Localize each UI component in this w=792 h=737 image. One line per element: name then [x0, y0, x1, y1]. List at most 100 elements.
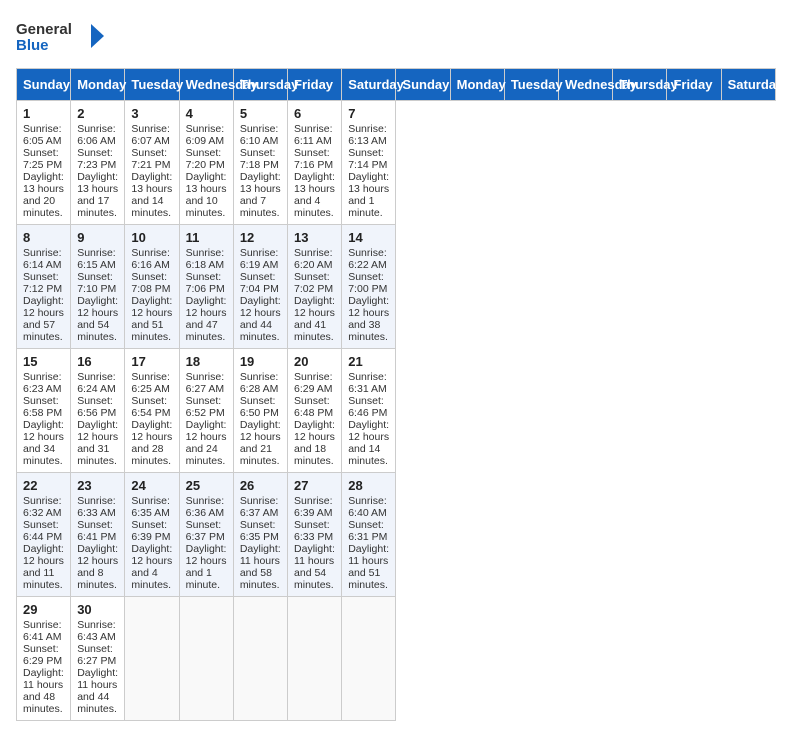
- sunset-text: Sunset: 6:52 PM: [186, 395, 225, 419]
- sunrise-text: Sunrise: 6:43 AM: [77, 619, 116, 643]
- calendar-cell: 17 Sunrise: 6:25 AMSunset: 6:54 PMDayligh…: [125, 349, 179, 473]
- calendar-cell: 9 Sunrise: 6:15 AMSunset: 7:10 PMDaylight…: [71, 225, 125, 349]
- daylight-text: Daylight: 12 hours and 47 minutes.: [186, 295, 227, 343]
- sunset-text: Sunset: 7:20 PM: [186, 147, 225, 171]
- day-number: 4: [186, 106, 227, 121]
- sunset-text: Sunset: 6:46 PM: [348, 395, 387, 419]
- sunset-text: Sunset: 6:44 PM: [23, 519, 62, 543]
- col-header-thursday: Thursday: [613, 69, 667, 101]
- col-header-sunday: Sunday: [17, 69, 71, 101]
- daylight-text: Daylight: 11 hours and 48 minutes.: [23, 667, 64, 715]
- sunrise-text: Sunrise: 6:33 AM: [77, 495, 116, 519]
- calendar-cell: 7 Sunrise: 6:13 AMSunset: 7:14 PMDaylight…: [342, 101, 396, 225]
- col-header-monday: Monday: [450, 69, 504, 101]
- col-header-saturday: Saturday: [342, 69, 396, 101]
- calendar-cell: 26Sunrise: 6:37 AMSunset: 6:35 PMDayligh…: [233, 473, 287, 597]
- sunset-text: Sunset: 7:12 PM: [23, 271, 62, 295]
- day-number: 13: [294, 230, 335, 245]
- day-number: 19: [240, 354, 281, 369]
- sunset-text: Sunset: 7:00 PM: [348, 271, 387, 295]
- calendar-cell: 6Sunrise: 6:11 AMSunset: 7:16 PMDaylight…: [288, 101, 342, 225]
- daylight-text: Daylight: 12 hours and 14 minutes.: [348, 419, 389, 467]
- daylight-text: Daylight: 12 hours and 28 minutes.: [131, 419, 172, 467]
- sunset-text: Sunset: 7:14 PM: [348, 147, 387, 171]
- daylight-text: Daylight: 12 hours and 4 minutes.: [131, 543, 172, 591]
- sunrise-text: Sunrise: 6:14 AM: [23, 247, 62, 271]
- daylight-text: Daylight: 12 hours and 11 minutes.: [23, 543, 64, 591]
- day-number: 17: [131, 354, 172, 369]
- sunset-text: Sunset: 7:10 PM: [77, 271, 116, 295]
- sunset-text: Sunset: 6:58 PM: [23, 395, 62, 419]
- calendar-cell: [233, 597, 287, 721]
- calendar-cell: 21Sunrise: 6:31 AMSunset: 6:46 PMDayligh…: [342, 349, 396, 473]
- daylight-text: Daylight: 13 hours and 14 minutes.: [131, 171, 172, 219]
- calendar-cell: [125, 597, 179, 721]
- sunset-text: Sunset: 6:54 PM: [131, 395, 170, 419]
- calendar-cell: 10Sunrise: 6:16 AMSunset: 7:08 PMDayligh…: [125, 225, 179, 349]
- day-number: 6: [294, 106, 335, 121]
- day-number: 8: [23, 230, 64, 245]
- sunrise-text: Sunrise: 6:16 AM: [131, 247, 170, 271]
- calendar-cell: 12Sunrise: 6:19 AMSunset: 7:04 PMDayligh…: [233, 225, 287, 349]
- day-number: 7: [348, 106, 389, 121]
- sunset-text: Sunset: 6:37 PM: [186, 519, 225, 543]
- daylight-text: Daylight: 13 hours and 1 minute.: [348, 171, 389, 219]
- calendar-cell: 22Sunrise: 6:32 AMSunset: 6:44 PMDayligh…: [17, 473, 71, 597]
- daylight-text: Daylight: 13 hours and 7 minutes.: [240, 171, 281, 219]
- calendar-cell: 20Sunrise: 6:29 AMSunset: 6:48 PMDayligh…: [288, 349, 342, 473]
- calendar-header-row: SundayMondayTuesdayWednesdayThursdayFrid…: [17, 69, 776, 101]
- col-header-saturday: Saturday: [721, 69, 775, 101]
- calendar-week-row: 29Sunrise: 6:41 AMSunset: 6:29 PMDayligh…: [17, 597, 776, 721]
- sunrise-text: Sunrise: 6:09 AM: [186, 123, 225, 147]
- svg-text:General: General: [16, 21, 72, 38]
- sunrise-text: Sunrise: 6:28 AM: [240, 371, 279, 395]
- calendar-cell: 25Sunrise: 6:36 AMSunset: 6:37 PMDayligh…: [179, 473, 233, 597]
- daylight-text: Daylight: 13 hours and 20 minutes.: [23, 171, 64, 219]
- calendar-cell: [288, 597, 342, 721]
- day-number: 9: [77, 230, 118, 245]
- sunrise-text: Sunrise: 6:05 AM: [23, 123, 62, 147]
- svg-text:Blue: Blue: [16, 37, 49, 54]
- day-number: 27: [294, 478, 335, 493]
- day-number: 30: [77, 602, 118, 617]
- calendar-cell: 11Sunrise: 6:18 AMSunset: 7:06 PMDayligh…: [179, 225, 233, 349]
- calendar-cell: 15Sunrise: 6:23 AMSunset: 6:58 PMDayligh…: [17, 349, 71, 473]
- day-number: 5: [240, 106, 281, 121]
- calendar-cell: 16Sunrise: 6:24 AMSunset: 6:56 PMDayligh…: [71, 349, 125, 473]
- sunrise-text: Sunrise: 6:10 AM: [240, 123, 279, 147]
- calendar-week-row: 22Sunrise: 6:32 AMSunset: 6:44 PMDayligh…: [17, 473, 776, 597]
- col-header-tuesday: Tuesday: [504, 69, 558, 101]
- day-number: 11: [186, 230, 227, 245]
- sunset-text: Sunset: 6:39 PM: [131, 519, 170, 543]
- col-header-monday: Monday: [71, 69, 125, 101]
- sunrise-text: Sunrise: 6:06 AM: [77, 123, 116, 147]
- sunset-text: Sunset: 6:29 PM: [23, 643, 62, 667]
- calendar-week-row: 1Sunrise: 6:05 AMSunset: 7:25 PMDaylight…: [17, 101, 776, 225]
- calendar-cell: 8Sunrise: 6:14 AMSunset: 7:12 PMDaylight…: [17, 225, 71, 349]
- day-number: 22: [23, 478, 64, 493]
- calendar-week-row: 8 Sunrise: 6:14 AMSunset: 7:12 PM Daylight…: [17, 225, 776, 349]
- sunrise-text: Sunrise: 6:15 AM: [77, 247, 116, 271]
- day-number: 15: [23, 354, 64, 369]
- day-number: 3: [131, 106, 172, 121]
- sunset-text: Sunset: 6:27 PM: [77, 643, 116, 667]
- sunset-text: Sunset: 6:56 PM: [77, 395, 116, 419]
- sunrise-text: Sunrise: 6:25 AM: [131, 371, 170, 395]
- calendar-cell: [342, 597, 396, 721]
- sunrise-text: Sunrise: 6:13 AM: [348, 123, 387, 147]
- sunrise-text: Sunrise: 6:19 AM: [240, 247, 279, 271]
- calendar-cell: 5 Sunrise: 6:10 AMSunset: 7:18 PMDaylight…: [233, 101, 287, 225]
- daylight-text: Daylight: 12 hours and 34 minutes.: [23, 419, 64, 467]
- day-number: 23: [77, 478, 118, 493]
- calendar-cell: 27Sunrise: 6:39 AMSunset: 6:33 PMDayligh…: [288, 473, 342, 597]
- sunset-text: Sunset: 6:48 PM: [294, 395, 333, 419]
- calendar-table: SundayMondayTuesdayWednesdayThursdayFrid…: [16, 68, 776, 721]
- col-header-wednesday: Wednesday: [179, 69, 233, 101]
- sunset-text: Sunset: 7:18 PM: [240, 147, 279, 171]
- daylight-text: Daylight: 12 hours and 54 minutes.: [77, 295, 118, 343]
- sunrise-text: Sunrise: 6:20 AM: [294, 247, 333, 271]
- calendar-cell: 24Sunrise: 6:35 AMSunset: 6:39 PMDayligh…: [125, 473, 179, 597]
- sunrise-text: Sunrise: 6:24 AM: [77, 371, 116, 395]
- sunset-text: Sunset: 7:16 PM: [294, 147, 333, 171]
- daylight-text: Daylight: 12 hours and 21 minutes.: [240, 419, 281, 467]
